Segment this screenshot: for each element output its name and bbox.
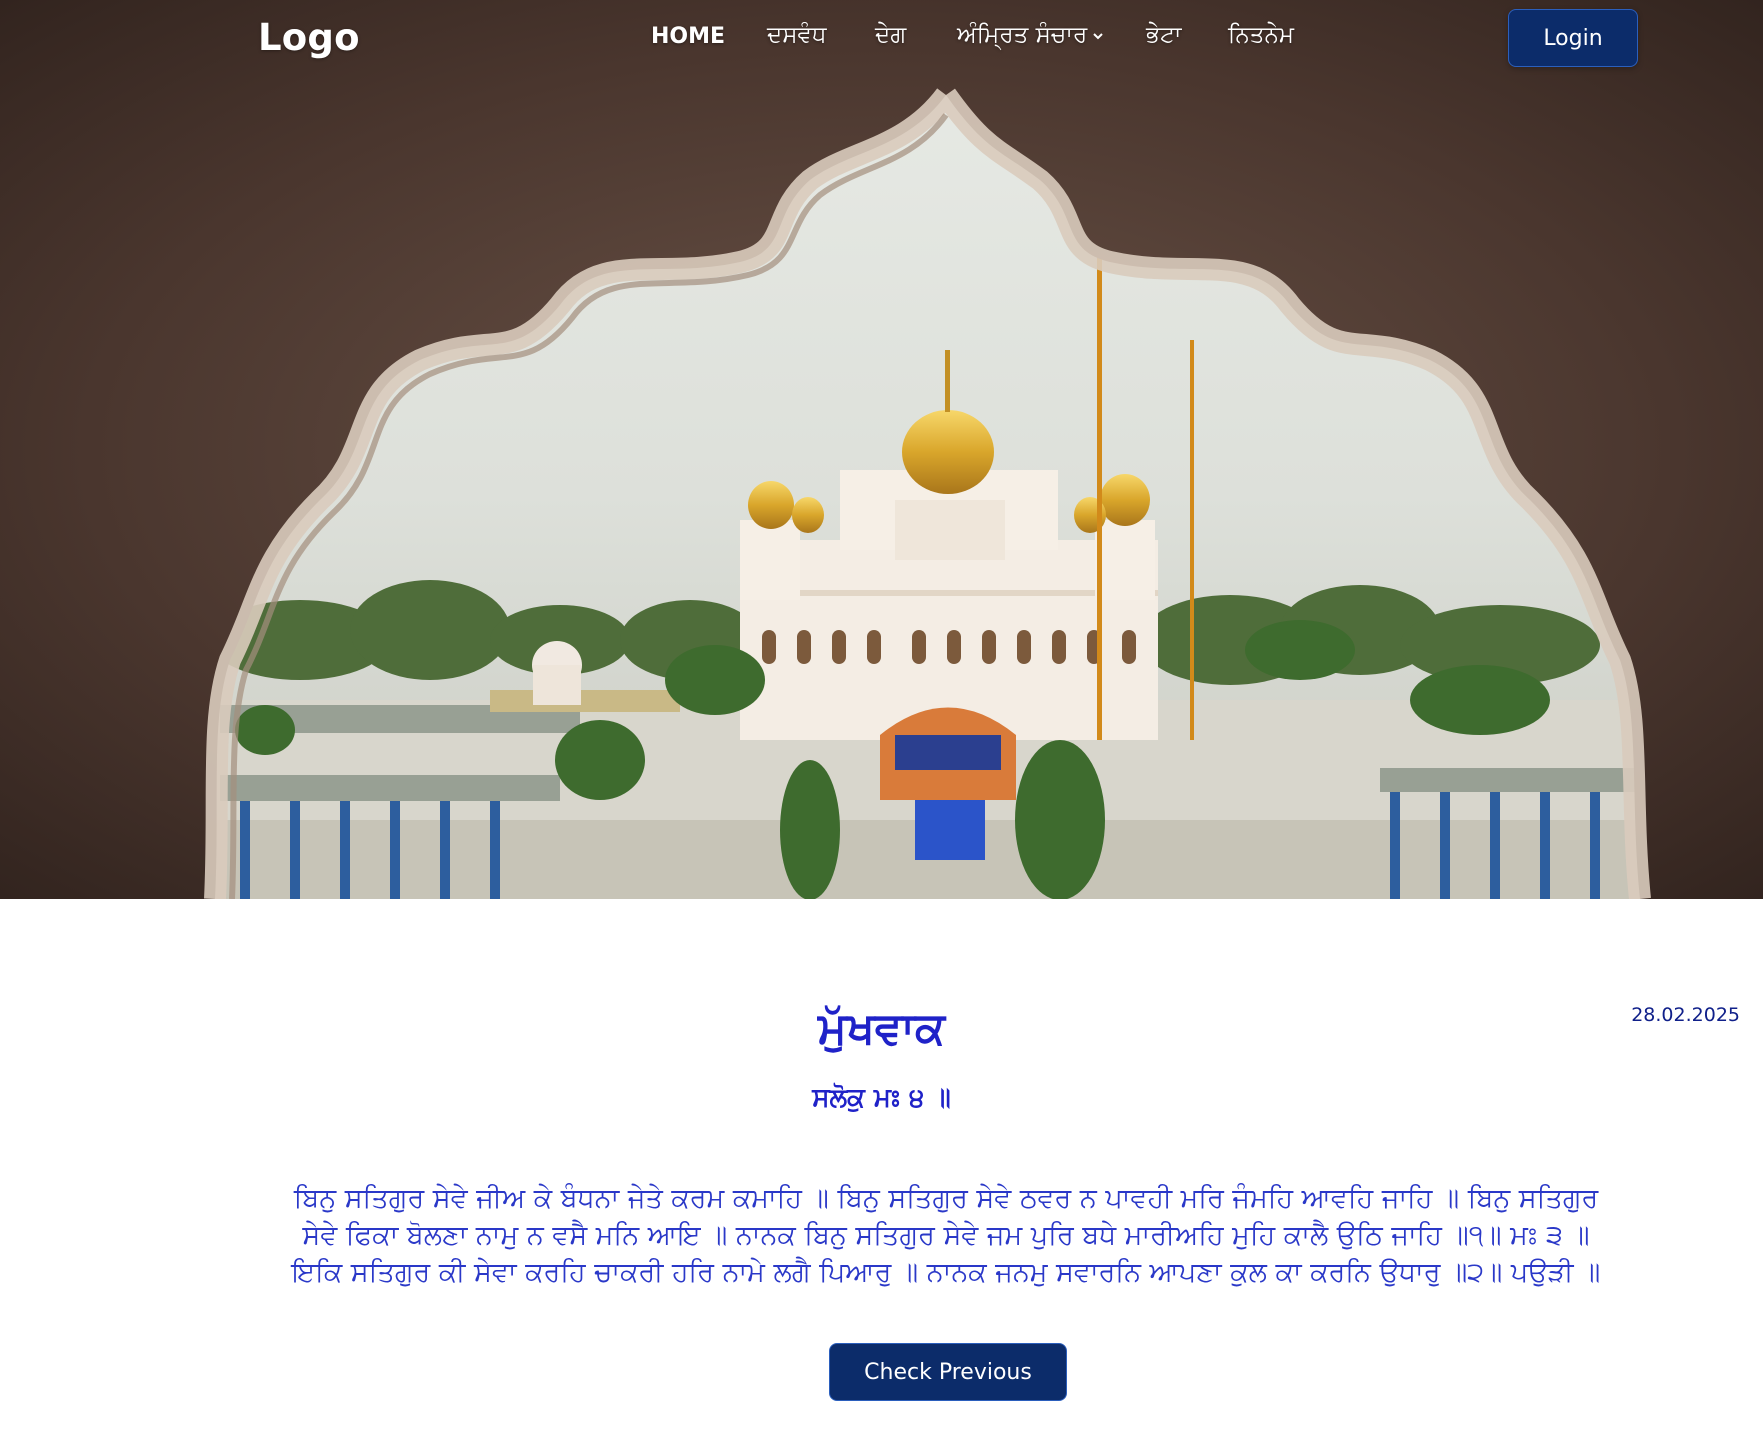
- hukamnama-section: 28.02.2025 ਮੁੱਖਵਾਕ ਸਲੋਕੁ ਮਃ ੪ ॥ ਬਿਨੁ ਸਤਿ…: [0, 899, 1763, 1437]
- login-button[interactable]: Login: [1508, 9, 1638, 67]
- top-navbar: Logo HOME ਦਸਵੰਧ ਦੇਗ ਅੰਮ੍ਰਿਤ ਸੰਚਾਰ ਭੇਟਾ ਨ…: [0, 0, 1763, 76]
- nav-item-amrit-sanchar-label: ਅੰਮ੍ਰਿਤ ਸੰਚਾਰ: [957, 22, 1088, 48]
- nav-item-home[interactable]: HOME: [651, 24, 725, 49]
- nav-item-amrit-sanchar[interactable]: ਅੰਮ੍ਰਿਤ ਸੰਚਾਰ: [957, 22, 1103, 48]
- page-title: ਮੁੱਖਵਾਕ: [818, 1003, 945, 1054]
- nav-item-bheta[interactable]: ਭੇਟਾ: [1146, 22, 1181, 48]
- check-previous-button[interactable]: Check Previous: [829, 1343, 1067, 1401]
- hero-image-gurdwara: [0, 0, 1763, 899]
- nav-item-deg[interactable]: ਦੇਗ: [875, 22, 906, 48]
- nav-item-nitnem[interactable]: ਨਿਤਨੇਮ: [1228, 22, 1294, 48]
- gurbani-verse: ਬਿਨੁ ਸਤਿਗੁਰ ਸੇਵੇ ਜੀਅ ਕੇ ਬੰਧਨਾ ਜੇਤੇ ਕਰਮ ਕ…: [291, 1183, 1601, 1288]
- site-logo[interactable]: Logo: [258, 16, 360, 59]
- shabad-heading: ਸਲੋਕੁ ਮਃ ੪ ॥: [812, 1083, 951, 1113]
- nav-item-dasvandh[interactable]: ਦਸਵੰਧ: [767, 22, 826, 48]
- chevron-down-icon: [1093, 32, 1103, 39]
- hero-banner: [0, 0, 1763, 899]
